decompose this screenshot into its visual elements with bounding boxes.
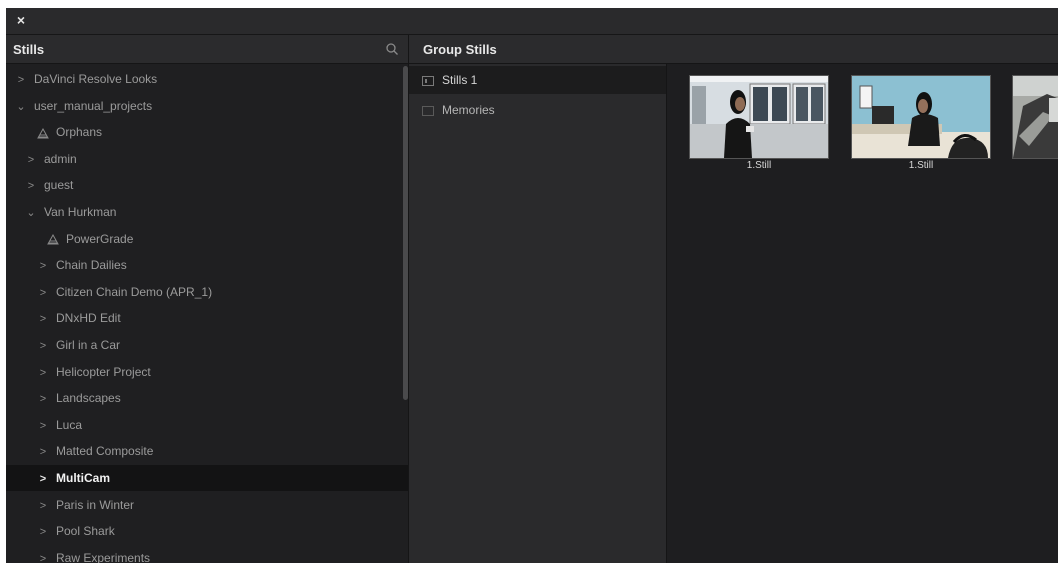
tree-item-label: DNxHD Edit (56, 311, 121, 326)
tree-item-label: Pool Shark (56, 524, 115, 539)
chevron-right-icon[interactable]: > (36, 280, 50, 306)
project-tree: > DaVinci Resolve Looks ⌄ user_manual_proje… (6, 64, 409, 563)
tree-item-label: Helicopter Project (56, 364, 151, 379)
tree-item[interactable]: > DNxHD Edit (6, 305, 408, 332)
tree-item[interactable]: > Luca (6, 412, 408, 439)
tree-item-label: Citizen Chain Demo (APR_1) (56, 284, 213, 299)
still-label: 1.Still (908, 160, 934, 171)
tree-item-label: PowerGrade (66, 231, 134, 246)
album-icon (422, 105, 434, 116)
chevron-right-icon[interactable]: > (36, 306, 50, 332)
powergrade-icon (47, 234, 59, 245)
chevron-right-icon[interactable]: > (36, 439, 50, 465)
tree-item-label: Landscapes (56, 391, 121, 406)
chevron-down-icon[interactable]: ⌄ (24, 200, 38, 226)
still-thumbnail[interactable] (1012, 75, 1058, 172)
still-groups-list: Stills 1 Memories (409, 64, 667, 563)
tree-scrollbar[interactable] (403, 66, 408, 400)
group-item[interactable]: Stills 1 (409, 66, 666, 94)
still-label (1012, 160, 1058, 172)
tree-item-label: Matted Composite (56, 444, 154, 459)
tree-item-label: admin (44, 151, 77, 166)
group-stills-header: Group Stills (409, 35, 1058, 64)
tree-item-label: user_manual_projects (34, 98, 153, 113)
group-item-label: Memories (442, 103, 495, 117)
tree-item[interactable]: > Helicopter Project (6, 359, 408, 386)
tree-item[interactable]: PowerGrade (6, 226, 408, 252)
tree-item[interactable]: > Citizen Chain Demo (APR_1) (6, 279, 408, 306)
still-image (1012, 75, 1058, 159)
tree-item[interactable]: > Raw Experiments (6, 545, 408, 563)
tree-item[interactable]: > Landscapes (6, 385, 408, 412)
tree-item[interactable]: > DaVinci Resolve Looks (6, 66, 408, 93)
tree-item[interactable]: > MultiCam (6, 465, 408, 492)
tree-item-label: Paris in Winter (56, 497, 135, 512)
chevron-right-icon[interactable]: > (36, 386, 50, 412)
search-icon[interactable] (384, 41, 400, 57)
tree-item[interactable]: ⌄ user_manual_projects (6, 93, 408, 120)
chevron-right-icon[interactable]: > (36, 413, 50, 439)
tree-item[interactable]: > Matted Composite (6, 438, 408, 465)
chevron-right-icon[interactable]: > (24, 147, 38, 173)
still-image (851, 75, 991, 159)
chevron-right-icon[interactable]: > (36, 333, 50, 359)
chevron-right-icon[interactable]: > (24, 173, 38, 199)
powergrade-icon (37, 127, 49, 139)
tree-item[interactable]: > Pool Shark (6, 518, 408, 545)
tree-item[interactable]: > admin (6, 146, 408, 173)
tree-item[interactable]: > guest (6, 172, 408, 199)
chevron-down-icon[interactable]: ⌄ (14, 94, 28, 120)
chevron-right-icon[interactable]: > (36, 360, 50, 386)
tree-item-label: Orphans (56, 125, 103, 140)
chevron-right-icon[interactable]: > (36, 493, 50, 519)
tree-item-label: Van Hurkman (44, 205, 117, 219)
tree-item-label: Chain Dailies (56, 258, 127, 273)
chevron-right-icon[interactable]: > (36, 546, 50, 563)
album-icon (422, 75, 434, 86)
window-title-bar: × (6, 8, 1058, 35)
tree-item-label: Luca (56, 417, 83, 432)
stills-header: Stills (6, 35, 409, 64)
chevron-right-icon[interactable]: > (36, 466, 50, 492)
chevron-right-icon[interactable]: > (36, 253, 50, 279)
still-thumbnail[interactable]: 1.Still (851, 75, 991, 172)
tree-item[interactable]: ⌄ Van Hurkman (6, 199, 408, 226)
tree-item-label: guest (44, 178, 74, 193)
stills-window: × Stills Group Stills > DaVinci Resolve L… (6, 8, 1058, 563)
tree-item[interactable]: > Chain Dailies (6, 252, 408, 279)
group-stills-title: Group Stills (423, 42, 497, 57)
stills-grid: 1.Still 1.Still (667, 64, 1058, 563)
close-icon[interactable]: × (12, 11, 30, 29)
tree-item[interactable]: > Girl in a Car (6, 332, 408, 359)
tree-item[interactable]: > Paris in Winter (6, 492, 408, 519)
stills-title: Stills (13, 42, 45, 57)
group-item[interactable]: Memories (409, 96, 666, 124)
tree-item-label: Raw Experiments (56, 550, 151, 563)
tree-item[interactable]: Orphans (6, 119, 408, 145)
still-label: 1.Still (746, 160, 772, 171)
tree-item-label: DaVinci Resolve Looks (34, 72, 158, 86)
tree-item-label: MultiCam (56, 471, 110, 485)
chevron-right-icon[interactable]: > (36, 519, 50, 545)
group-item-label: Stills 1 (442, 73, 478, 87)
tree-item-label: Girl in a Car (56, 338, 121, 352)
still-thumbnail[interactable]: 1.Still (689, 75, 829, 172)
still-image (689, 75, 829, 159)
chevron-right-icon[interactable]: > (14, 67, 28, 93)
